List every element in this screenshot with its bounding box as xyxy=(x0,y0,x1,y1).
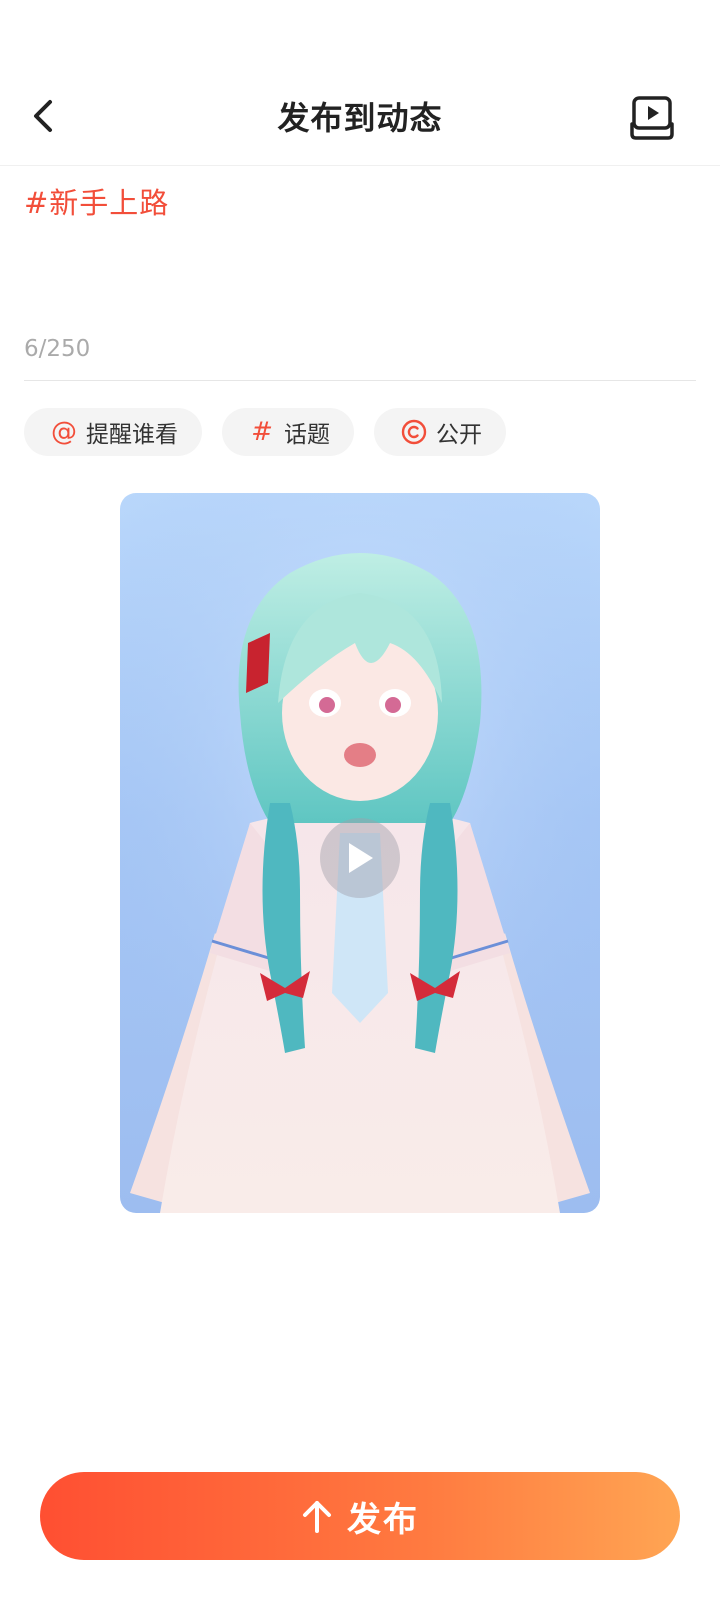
top-navigation-bar: 发布到动态 xyxy=(0,70,720,166)
post-text-editor[interactable]: #新手上路 xyxy=(24,180,696,330)
hash-icon: # xyxy=(251,417,273,447)
post-options: @ 提醒谁看 # 话题 公开 xyxy=(24,408,506,456)
status-bar xyxy=(0,0,720,70)
mention-chip[interactable]: @ 提醒谁看 xyxy=(24,408,202,456)
visibility-chip-label: 公开 xyxy=(436,422,482,448)
at-icon: @ xyxy=(51,417,77,447)
play-button[interactable] xyxy=(320,818,400,898)
play-icon xyxy=(349,843,373,873)
publish-page: 发布到动态 #新手上路 6/250 @ 提醒谁看 # 话题 公开 发布 xyxy=(0,0,720,1600)
visibility-chip[interactable]: 公开 xyxy=(374,408,506,456)
divider xyxy=(24,380,696,381)
mention-chip-label: 提醒谁看 xyxy=(86,422,178,448)
video-drafts-button[interactable] xyxy=(624,90,680,146)
publish-button[interactable]: 发布 xyxy=(40,1472,680,1560)
character-count: 6/250 xyxy=(24,336,91,362)
topic-chip-label: 话题 xyxy=(284,422,330,448)
publish-button-label: 发布 xyxy=(347,1499,419,1540)
visibility-icon xyxy=(400,418,428,446)
video-drafts-icon xyxy=(630,96,674,140)
video-preview[interactable] xyxy=(120,493,600,1213)
page-title: 发布到动态 xyxy=(277,99,443,137)
topic-chip[interactable]: # 话题 xyxy=(222,408,354,456)
arrow-up-icon xyxy=(303,1501,331,1533)
topic-tag[interactable]: #新手上路 xyxy=(24,186,169,220)
